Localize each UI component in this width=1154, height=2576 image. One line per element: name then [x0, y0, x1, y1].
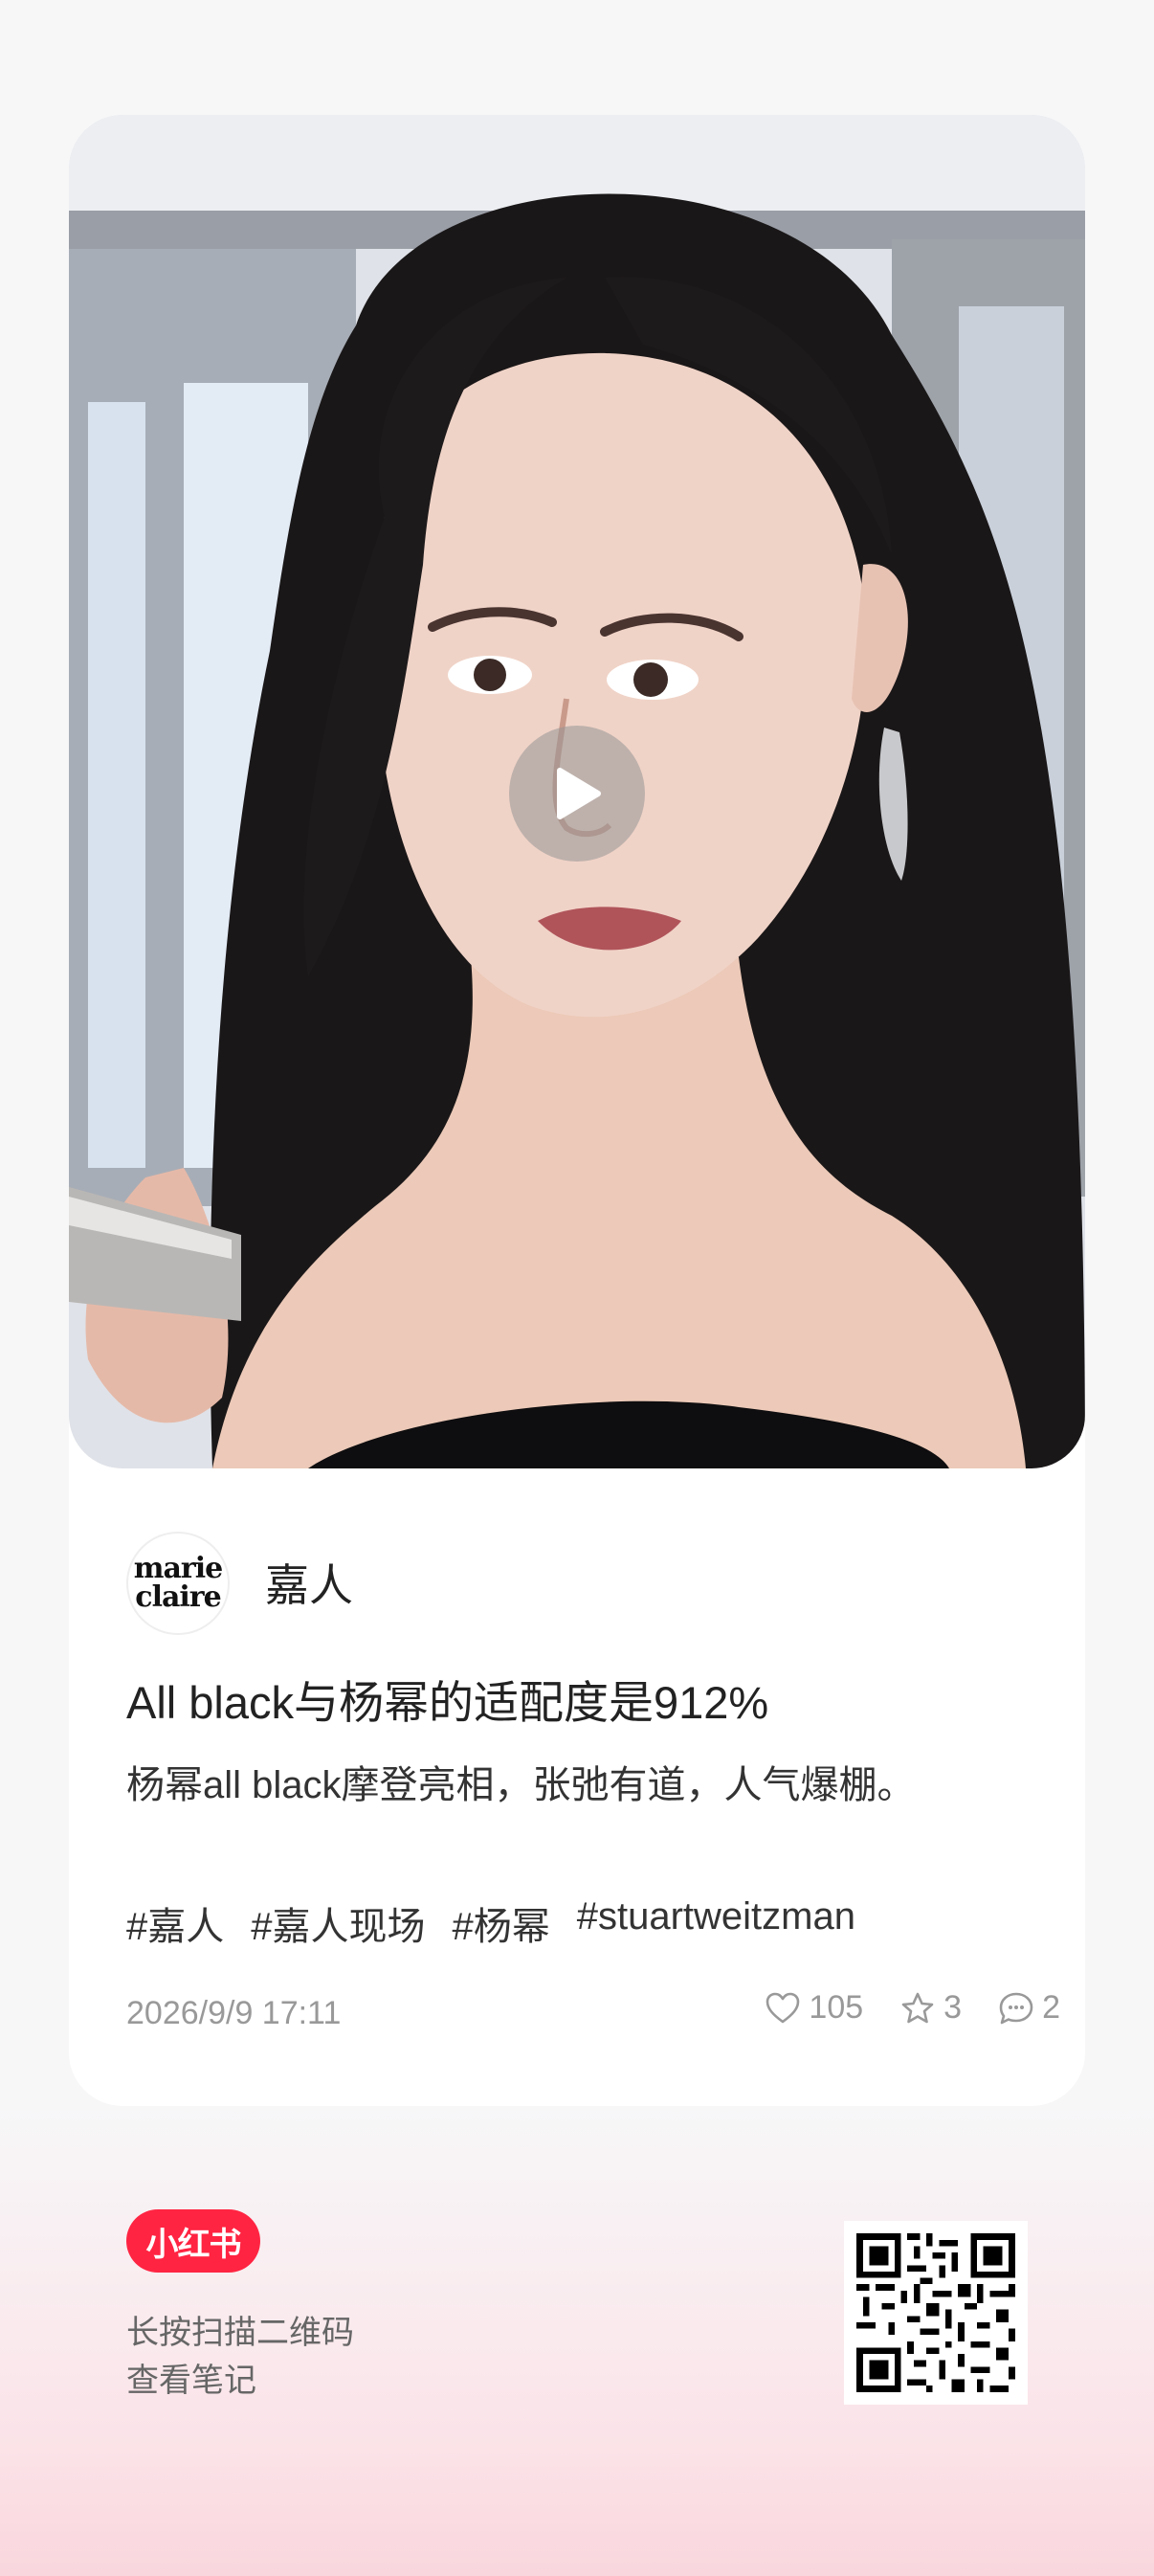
xiaohongshu-logo: 小红书 [126, 2209, 260, 2273]
scan-hint-line1: 长按扫描二维码 [126, 2315, 354, 2351]
author-avatar[interactable]: marie claire [126, 1532, 230, 1635]
post-date: 2026/9/9 17:11 [126, 1995, 342, 2031]
post-title: All black与杨幂的适配度是912% [126, 1677, 769, 1728]
author-name[interactable]: 嘉人 [265, 1551, 353, 1614]
collect-stat[interactable]: 3 [899, 1989, 962, 2027]
play-button[interactable] [509, 726, 645, 862]
like-stat[interactable]: 105 [765, 1989, 863, 2027]
like-count: 105 [809, 1989, 864, 2026]
comment-stat[interactable]: 2 [998, 1989, 1060, 2027]
heart-icon [766, 1992, 800, 2023]
tag-item[interactable]: #嘉人 [126, 1895, 224, 1951]
star-icon [901, 1992, 934, 2023]
scan-hint: 长按扫描二维码 查看笔记 [126, 2309, 354, 2405]
avatar-logo-line1: marie [133, 1552, 223, 1585]
video-cover[interactable] [69, 115, 1085, 1468]
qr-code-image [844, 2221, 1028, 2405]
tag-item[interactable]: #杨幂 [453, 1895, 550, 1951]
qr-code[interactable] [844, 2221, 1028, 2405]
tag-item[interactable]: #stuartweitzman [577, 1895, 855, 1951]
tag-item[interactable]: #嘉人现场 [251, 1895, 425, 1951]
collect-count: 3 [943, 1989, 963, 2026]
avatar-logo-line2: claire [135, 1580, 221, 1614]
scan-hint-line2: 查看笔记 [126, 2363, 256, 2399]
tag-list: #嘉人 #嘉人现场 #杨幂 #stuartweitzman [126, 1895, 855, 1951]
post-description: 杨幂all black摩登亮相，张弛有道，人气爆棚。 [126, 1764, 916, 1806]
play-icon [557, 768, 601, 819]
note-card: marie claire 嘉人 All black与杨幂的适配度是912% 杨幂… [69, 115, 1085, 2106]
comment-count: 2 [1042, 1989, 1060, 2026]
comment-icon [999, 1992, 1033, 2024]
post-stats: 105 3 2 [765, 1989, 1060, 2027]
